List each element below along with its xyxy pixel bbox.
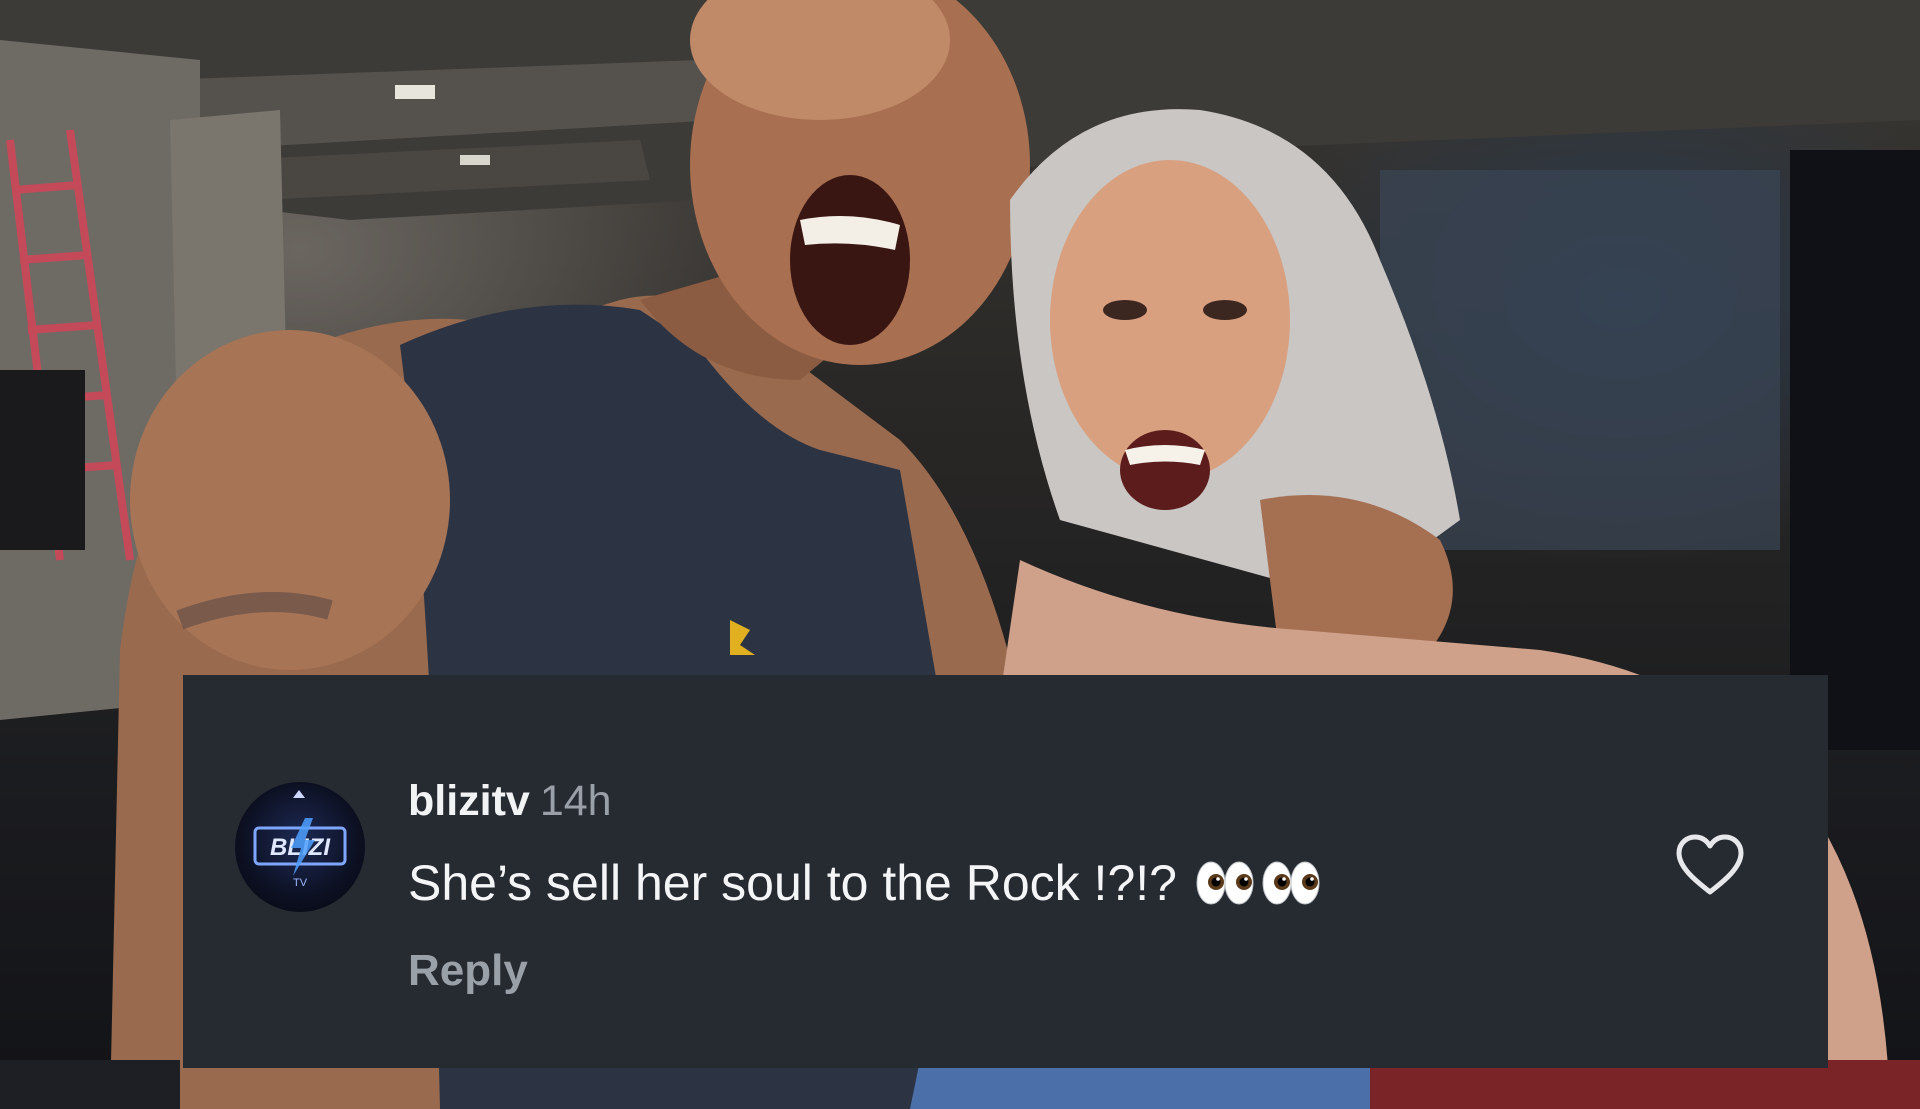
heart-outline-icon (1676, 834, 1744, 895)
comment-body: She’s sell her soul to the Rock !?!? (408, 853, 1321, 913)
avatar[interactable]: BLIZI TV (235, 782, 365, 912)
like-button[interactable] (1673, 832, 1747, 898)
timestamp: 14h (539, 777, 612, 825)
comment-header: blizitv 14h (408, 776, 612, 826)
eyes-emoji-icon (1262, 861, 1320, 905)
eyes-emoji-icon (1196, 861, 1254, 905)
comment-card: BLIZI TV blizitv14h She’s sell her soul … (183, 675, 1828, 1068)
avatar-sub-text: TV (293, 877, 308, 889)
eyes-emoji-group (1195, 860, 1321, 906)
background-photo: BLIZI TV blizitv14h She’s sell her soul … (0, 0, 1920, 1109)
comment-text: She’s sell her soul to the Rock !?!? (408, 855, 1177, 911)
username-link[interactable]: blizitv (408, 777, 530, 825)
blizitv-logo-icon: BLIZI TV (253, 790, 347, 889)
reply-button[interactable]: Reply (408, 945, 528, 997)
